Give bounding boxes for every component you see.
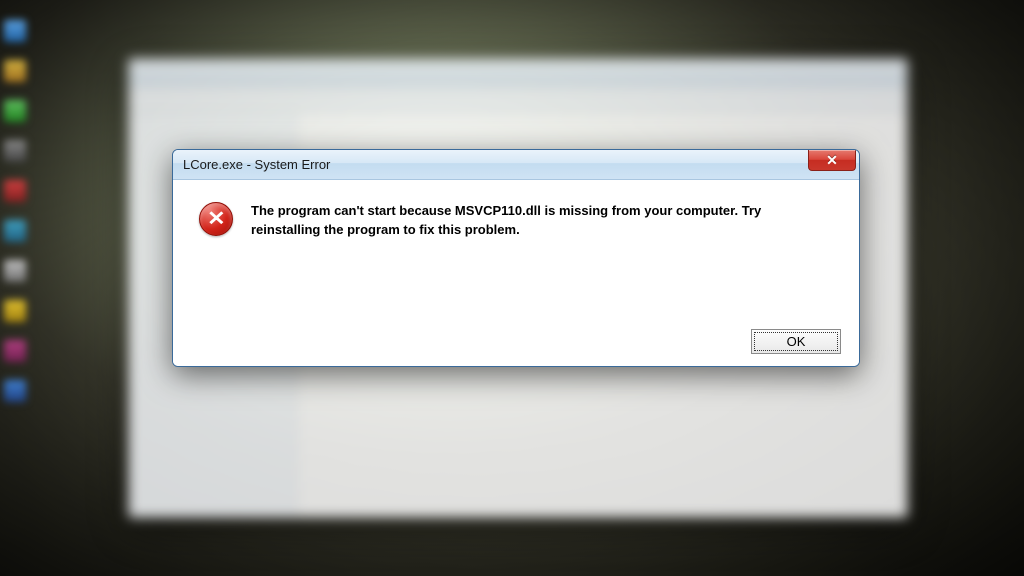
- dialog-title: LCore.exe - System Error: [183, 157, 330, 172]
- desktop-icon: [4, 300, 26, 322]
- ok-button[interactable]: OK: [751, 329, 841, 354]
- close-icon: ✕: [826, 153, 838, 167]
- error-icon-wrap: ✕: [199, 202, 235, 238]
- desktop-icon-strip: [4, 20, 26, 402]
- desktop-icon: [4, 60, 26, 82]
- error-icon: ✕: [199, 202, 233, 236]
- explorer-titlebar: [129, 59, 907, 87]
- desktop-icon: [4, 380, 26, 402]
- dialog-footer: OK: [173, 316, 859, 366]
- desktop-icon: [4, 140, 26, 162]
- dialog-message: The program can't start because MSVCP110…: [251, 202, 811, 240]
- dialog-body: ✕ The program can't start because MSVCP1…: [173, 180, 859, 250]
- explorer-toolbar: [129, 87, 907, 113]
- error-dialog: LCore.exe - System Error ✕ ✕ The program…: [172, 149, 860, 367]
- desktop-icon: [4, 20, 26, 42]
- close-button[interactable]: ✕: [808, 150, 856, 171]
- desktop-icon: [4, 260, 26, 282]
- desktop-icon: [4, 180, 26, 202]
- dialog-titlebar[interactable]: LCore.exe - System Error ✕: [173, 150, 859, 180]
- desktop-icon: [4, 220, 26, 242]
- error-x-glyph: ✕: [207, 209, 225, 229]
- desktop-icon: [4, 340, 26, 362]
- desktop-icon: [4, 100, 26, 122]
